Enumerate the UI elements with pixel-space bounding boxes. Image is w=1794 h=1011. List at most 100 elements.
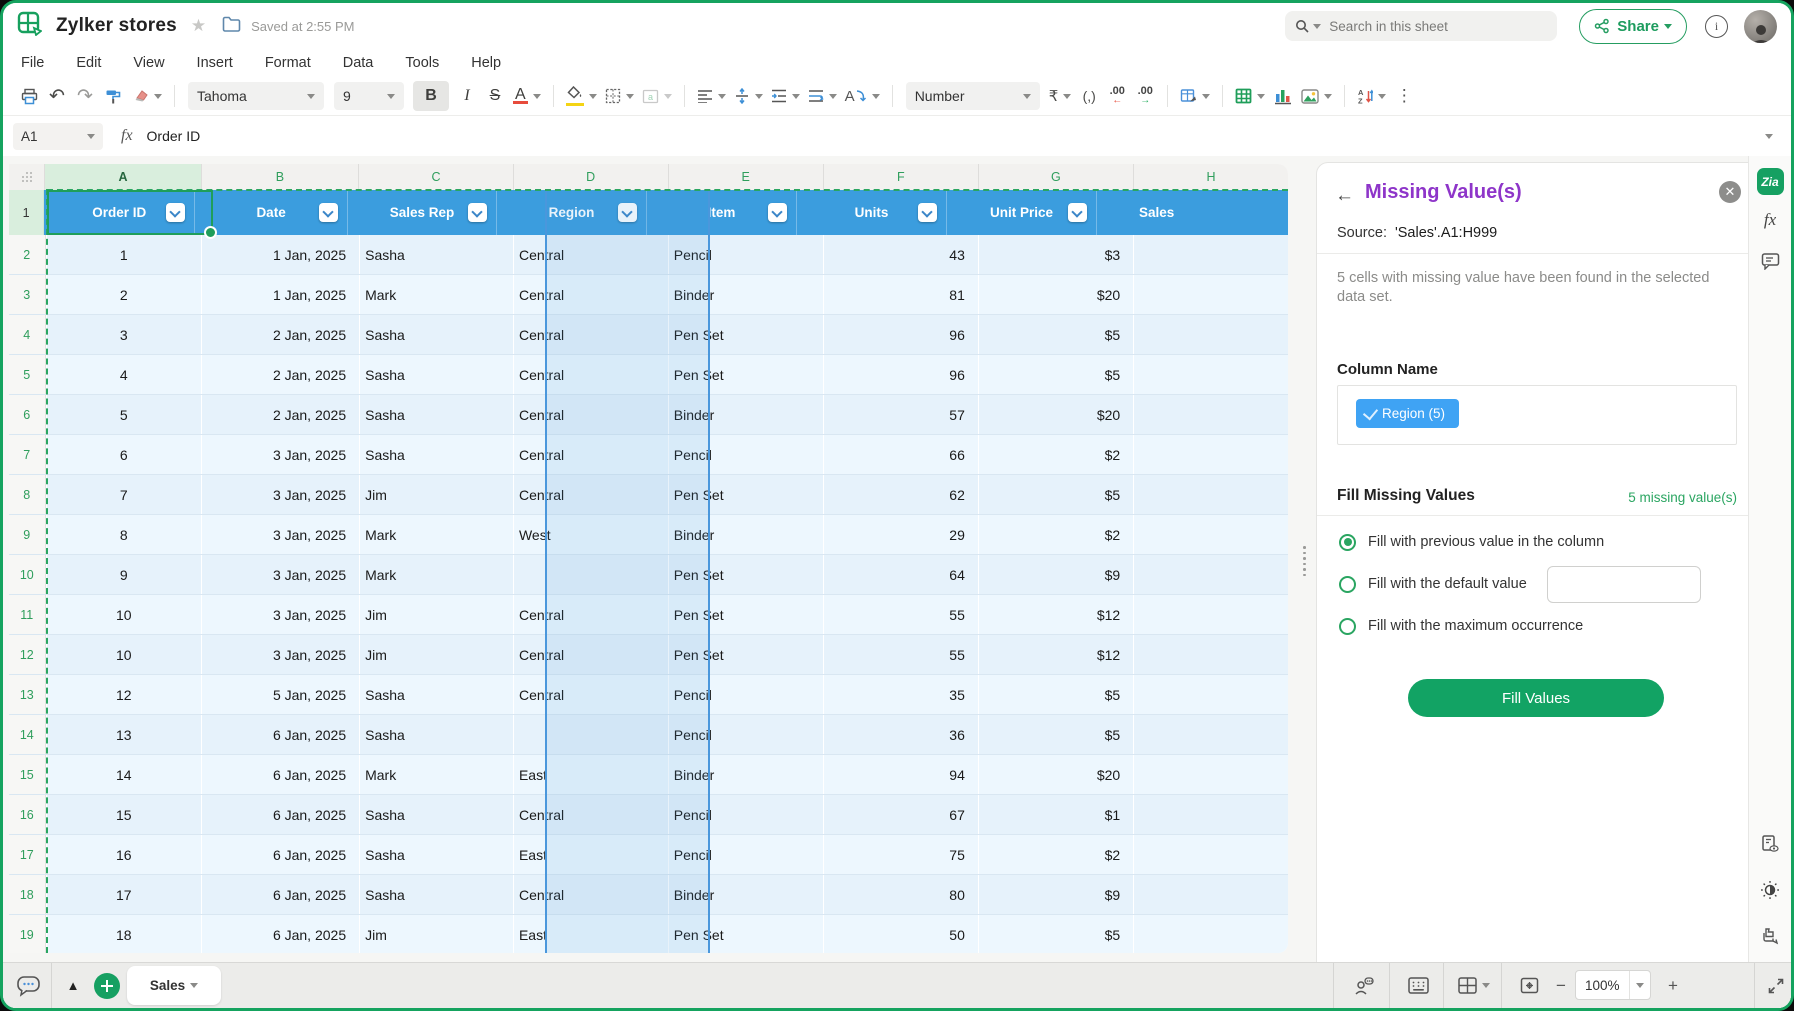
row-header[interactable]: 15 — [9, 755, 46, 794]
cell[interactable]: 66 — [823, 435, 978, 474]
cell[interactable]: Pen Set — [668, 475, 823, 514]
cell[interactable] — [1133, 355, 1288, 394]
cell[interactable] — [1133, 675, 1288, 714]
row-header[interactable]: 12 — [9, 635, 46, 674]
cell[interactable]: Jim — [359, 635, 513, 674]
conditional-format-button[interactable] — [1180, 82, 1210, 110]
sheet-list-icon[interactable]: ▲ — [59, 963, 87, 1008]
cell[interactable]: 3 — [46, 315, 201, 354]
cell[interactable]: 96 — [823, 355, 978, 394]
row-header[interactable]: 14 — [9, 715, 46, 754]
filter-dropdown-icon[interactable] — [918, 203, 937, 222]
search-input[interactable]: Search in this sheet — [1285, 11, 1557, 41]
cell[interactable]: 4 — [46, 355, 201, 394]
cell[interactable]: 6 Jan, 2025 — [201, 875, 359, 914]
cell[interactable]: 3 Jan, 2025 — [201, 515, 359, 554]
row-header[interactable]: 4 — [9, 315, 46, 354]
cell[interactable]: $5 — [978, 675, 1133, 714]
cell[interactable]: 6 Jan, 2025 — [201, 835, 359, 874]
font-size-select[interactable]: 9 — [334, 82, 404, 110]
cell[interactable]: East — [513, 755, 668, 794]
cell[interactable]: Central — [513, 355, 668, 394]
cell[interactable]: Pencil — [668, 675, 823, 714]
info-button[interactable]: i — [1705, 15, 1728, 38]
cell[interactable]: 50 — [823, 915, 978, 953]
cell[interactable]: 62 — [823, 475, 978, 514]
cell[interactable]: Binder — [668, 755, 823, 794]
cell[interactable]: $5 — [978, 475, 1133, 514]
formula-input[interactable]: Order ID — [147, 128, 201, 144]
comma-format-button[interactable]: (,) — [1079, 82, 1099, 110]
cell[interactable]: Central — [513, 435, 668, 474]
row-header[interactable]: 19 — [9, 915, 46, 953]
cell[interactable]: 57 — [823, 395, 978, 434]
italic-button[interactable]: I — [457, 82, 477, 110]
cell[interactable] — [513, 715, 668, 754]
cell[interactable] — [1133, 395, 1288, 434]
favorite-star-icon[interactable]: ★ — [191, 16, 206, 36]
cell[interactable]: 9 — [46, 555, 201, 594]
cell[interactable]: 3 Jan, 2025 — [201, 595, 359, 634]
cell[interactable]: 18 — [46, 915, 201, 953]
text-wrap-button[interactable] — [808, 82, 837, 110]
menu-format[interactable]: Format — [265, 55, 311, 71]
column-header-b[interactable]: B — [201, 164, 359, 190]
format-painter-button[interactable] — [103, 82, 123, 110]
select-all-corner[interactable] — [9, 164, 44, 190]
strikethrough-button[interactable]: S — [485, 82, 505, 110]
cell[interactable] — [1133, 275, 1288, 314]
cell[interactable]: Mark — [359, 755, 513, 794]
cell[interactable] — [1133, 555, 1288, 594]
comments-icon[interactable] — [1749, 252, 1791, 270]
radio-button[interactable] — [1339, 576, 1356, 593]
menu-help[interactable]: Help — [471, 55, 501, 71]
cell[interactable]: $12 — [978, 595, 1133, 634]
font-family-select[interactable]: Tahoma — [188, 82, 324, 110]
cell[interactable]: Central — [513, 875, 668, 914]
text-rotate-button[interactable]: A — [845, 82, 880, 110]
cell[interactable] — [1133, 595, 1288, 634]
cell[interactable]: Sasha — [359, 675, 513, 714]
column-header-h[interactable]: H — [1133, 164, 1288, 190]
cell[interactable]: 3 Jan, 2025 — [201, 435, 359, 474]
cell[interactable] — [1133, 835, 1288, 874]
cell[interactable] — [1133, 315, 1288, 354]
fullscreen-icon[interactable] — [1759, 963, 1793, 1008]
cell[interactable]: Central — [513, 635, 668, 674]
cell[interactable]: East — [513, 915, 668, 953]
row-header[interactable]: 13 — [9, 675, 46, 714]
cell[interactable]: $1 — [978, 795, 1133, 834]
font-color-button[interactable]: A — [513, 82, 541, 110]
header-cell-order-id[interactable]: Order ID — [44, 190, 194, 235]
cell[interactable]: Binder — [668, 395, 823, 434]
cell[interactable]: $20 — [978, 395, 1133, 434]
cell[interactable] — [1133, 515, 1288, 554]
row-header[interactable]: 8 — [9, 475, 46, 514]
filter-dropdown-icon[interactable] — [319, 203, 338, 222]
cell-reference-select[interactable]: A1 — [13, 123, 103, 150]
cell[interactable]: $5 — [978, 715, 1133, 754]
add-sheet-button[interactable] — [91, 963, 123, 1008]
cell[interactable]: $5 — [978, 315, 1133, 354]
cell[interactable]: Jim — [359, 915, 513, 953]
filter-dropdown-icon[interactable] — [468, 203, 487, 222]
fill-color-button[interactable] — [566, 82, 597, 110]
cell[interactable]: $9 — [978, 555, 1133, 594]
filter-dropdown-icon[interactable] — [618, 203, 637, 222]
cell[interactable]: 6 Jan, 2025 — [201, 715, 359, 754]
cell[interactable]: 6 Jan, 2025 — [201, 755, 359, 794]
fill-values-button[interactable]: Fill Values — [1408, 679, 1664, 717]
cell[interactable]: West — [513, 515, 668, 554]
cell[interactable]: Central — [513, 315, 668, 354]
cell[interactable]: $20 — [978, 275, 1133, 314]
cell[interactable]: 1 Jan, 2025 — [201, 275, 359, 314]
cell[interactable]: 10 — [46, 635, 201, 674]
document-title[interactable]: Zylker stores — [56, 15, 177, 37]
cell[interactable]: 80 — [823, 875, 978, 914]
header-cell-item[interactable]: Item — [646, 190, 796, 235]
cell[interactable]: 3 Jan, 2025 — [201, 635, 359, 674]
number-format-select[interactable]: Number — [906, 82, 1040, 110]
cell[interactable]: 13 — [46, 715, 201, 754]
print-button[interactable] — [19, 82, 39, 110]
cell[interactable]: 64 — [823, 555, 978, 594]
